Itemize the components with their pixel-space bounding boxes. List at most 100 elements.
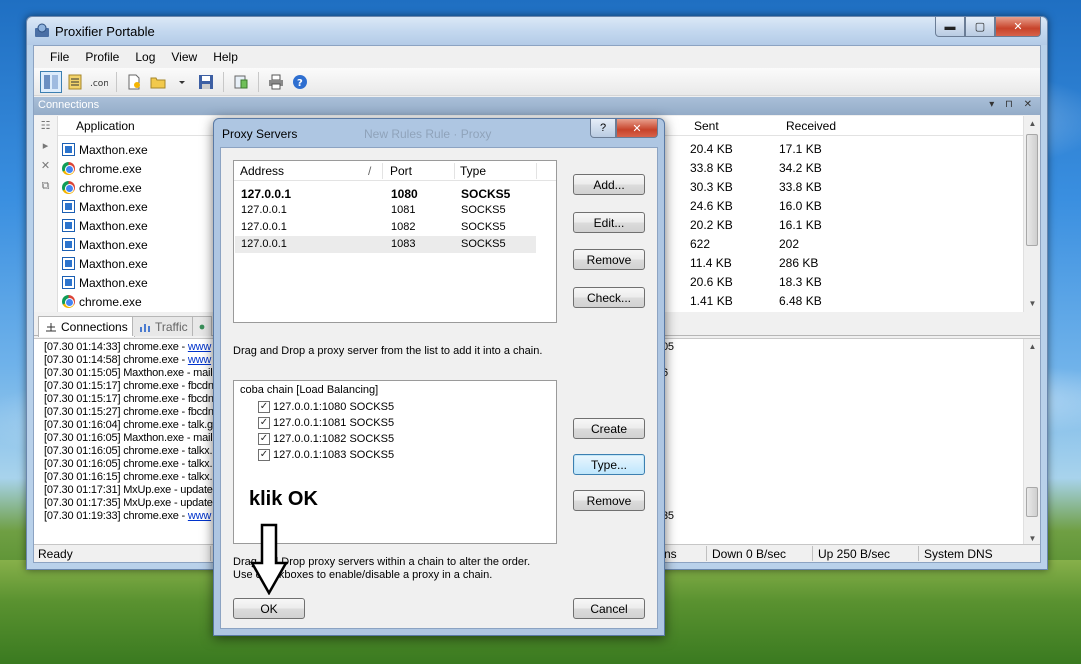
- table-row[interactable]: Maxthon.exe: [62, 235, 148, 254]
- server-type: SOCKS5: [461, 187, 511, 201]
- log-link[interactable]: www: [188, 341, 211, 353]
- table-row[interactable]: Maxthon.exe: [62, 254, 148, 273]
- open-folder-icon: [150, 77, 166, 88]
- check-button[interactable]: Check...: [573, 287, 645, 308]
- col-application[interactable]: Application: [76, 119, 135, 133]
- proxy-server-row[interactable]: 127.0.0.1 1080 SOCKS5: [235, 185, 536, 202]
- log-link[interactable]: www: [188, 354, 211, 366]
- log-line: [07.30 01:16:04] chrome.exe - talk.g: [44, 419, 213, 431]
- chrome-icon: [62, 181, 75, 194]
- save-profile-button[interactable]: [195, 71, 217, 93]
- menu-log[interactable]: Log: [127, 46, 163, 68]
- tab-traffic[interactable]: Traffic: [132, 316, 195, 336]
- sent-value: 24.6 KB: [690, 199, 733, 213]
- connections-icon: [44, 74, 58, 89]
- menu-help[interactable]: Help: [205, 46, 246, 68]
- scroll-thumb[interactable]: [1026, 487, 1038, 517]
- chain-item[interactable]: ✓ 127.0.0.1:1081 SOCKS5: [258, 415, 394, 431]
- dialog-help-button[interactable]: ?: [590, 119, 616, 138]
- server-address: 127.0.0.1: [241, 238, 287, 250]
- help-button[interactable]: ?: [289, 71, 311, 93]
- copy-icon[interactable]: ⧉: [34, 176, 57, 196]
- chain-item-checkbox[interactable]: ✓: [258, 433, 270, 445]
- col-port[interactable]: Port: [390, 164, 412, 178]
- print-button[interactable]: [265, 71, 287, 93]
- scroll-up-icon[interactable]: ▲: [1024, 116, 1041, 132]
- open-profile-button[interactable]: [147, 71, 169, 93]
- proxy-list-header: Address / Port Type: [234, 161, 556, 181]
- create-chain-button[interactable]: Create: [573, 418, 645, 439]
- table-row[interactable]: Maxthon.exe: [62, 216, 148, 235]
- proxy-server-list[interactable]: Address / Port Type 127.0.0.1 1080 SOCKS5 1…: [233, 160, 557, 323]
- proxy-server-row[interactable]: 127.0.0.1 1083 SOCKS5: [235, 236, 536, 253]
- chain-item[interactable]: ✓ 127.0.0.1:1082 SOCKS5: [258, 431, 394, 447]
- log-link[interactable]: www: [188, 510, 211, 522]
- status-down: Down 0 B/sec: [712, 547, 787, 561]
- advanced-button[interactable]: [230, 71, 252, 93]
- proxy-server-row[interactable]: 127.0.0.1 1081 SOCKS5: [235, 202, 536, 219]
- table-row[interactable]: chrome.exe: [62, 159, 142, 178]
- connections-scrollbar[interactable]: ▲ ▼: [1023, 116, 1040, 312]
- proxy-server-row[interactable]: 127.0.0.1 1082 SOCKS5: [235, 219, 536, 236]
- help-icon: ?: [293, 74, 307, 89]
- col-sent[interactable]: Sent: [694, 119, 719, 133]
- remove-chain-button[interactable]: Remove: [573, 490, 645, 511]
- add-button[interactable]: Add...: [573, 174, 645, 195]
- rules-view-button[interactable]: [64, 71, 86, 93]
- panel-controls[interactable]: ▾ ⊓ ✕: [989, 99, 1036, 110]
- close-button[interactable]: ✕: [995, 17, 1041, 37]
- col-address[interactable]: Address: [240, 164, 284, 178]
- menu-file[interactable]: File: [42, 46, 77, 68]
- proxy-chain-list[interactable]: coba chain [Load Balancing] ✓ 127.0.0.1:1…: [233, 380, 557, 544]
- table-row[interactable]: Maxthon.exe: [62, 140, 148, 159]
- toolbar-separator: [258, 71, 259, 92]
- dialog-close-button[interactable]: ✕: [616, 119, 658, 138]
- connections-view-button[interactable]: [40, 70, 62, 93]
- server-type: SOCKS5: [461, 204, 506, 216]
- table-row[interactable]: Maxthon.exe: [62, 273, 148, 292]
- app-name: chrome.exe: [79, 161, 142, 176]
- minimize-button[interactable]: ▬: [935, 17, 965, 37]
- chain-title[interactable]: coba chain [Load Balancing]: [240, 384, 378, 396]
- columns-icon[interactable]: ☷: [34, 116, 57, 136]
- chain-type-button[interactable]: Type...: [573, 454, 645, 475]
- ok-button[interactable]: OK: [233, 598, 305, 619]
- log-line: [07.30 01:14:58] chrome.exe - www: [44, 354, 212, 366]
- log-line: [07.30 01:19:33] chrome.exe - www: [44, 510, 212, 522]
- cancel-button[interactable]: Cancel: [573, 598, 645, 619]
- tab-connections[interactable]: Connections: [38, 316, 135, 337]
- table-row[interactable]: Maxthon.exe: [62, 197, 148, 216]
- tab-statistics[interactable]: [192, 316, 212, 336]
- com-button[interactable]: .com: [88, 71, 110, 93]
- open-dropdown-button[interactable]: [171, 71, 193, 93]
- edit-button[interactable]: Edit...: [573, 212, 645, 233]
- new-profile-button[interactable]: [123, 71, 145, 93]
- remove-server-button[interactable]: Remove: [573, 249, 645, 270]
- close-connection-icon[interactable]: ✕: [34, 156, 57, 176]
- chain-item[interactable]: ✓ 127.0.0.1:1080 SOCKS5: [258, 399, 394, 415]
- server-address: 127.0.0.1: [241, 221, 287, 233]
- scroll-down-icon[interactable]: ▼: [1024, 296, 1041, 312]
- col-type[interactable]: Type: [460, 164, 486, 178]
- menu-view[interactable]: View: [163, 46, 205, 68]
- table-row[interactable]: chrome.exe: [62, 178, 142, 197]
- svg-text:.com: .com: [90, 79, 108, 89]
- expand-arrow-icon[interactable]: ▸: [34, 136, 57, 156]
- col-received[interactable]: Received: [786, 119, 836, 133]
- maxthon-icon: [62, 200, 75, 213]
- table-row[interactable]: chrome.exe: [62, 292, 142, 311]
- scroll-up-icon[interactable]: ▲: [1024, 339, 1041, 355]
- received-value: 16.1 KB: [779, 218, 822, 232]
- dotcom-icon: .com: [90, 79, 108, 89]
- scroll-thumb[interactable]: [1026, 134, 1038, 246]
- title-bar[interactable]: Proxifier Portable ▬ ▢ ✕: [27, 17, 1047, 45]
- chain-item-checkbox[interactable]: ✓: [258, 417, 270, 429]
- menu-profile[interactable]: Profile: [77, 46, 127, 68]
- maximize-button[interactable]: ▢: [965, 17, 995, 37]
- chain-item-checkbox[interactable]: ✓: [258, 449, 270, 461]
- chain-item-checkbox[interactable]: ✓: [258, 401, 270, 413]
- chain-item[interactable]: ✓ 127.0.0.1:1083 SOCKS5: [258, 447, 394, 463]
- chain-item-label: 127.0.0.1:1080 SOCKS5: [273, 401, 395, 413]
- log-scrollbar[interactable]: ▲ ▼: [1023, 339, 1040, 547]
- server-address: 127.0.0.1: [241, 187, 292, 201]
